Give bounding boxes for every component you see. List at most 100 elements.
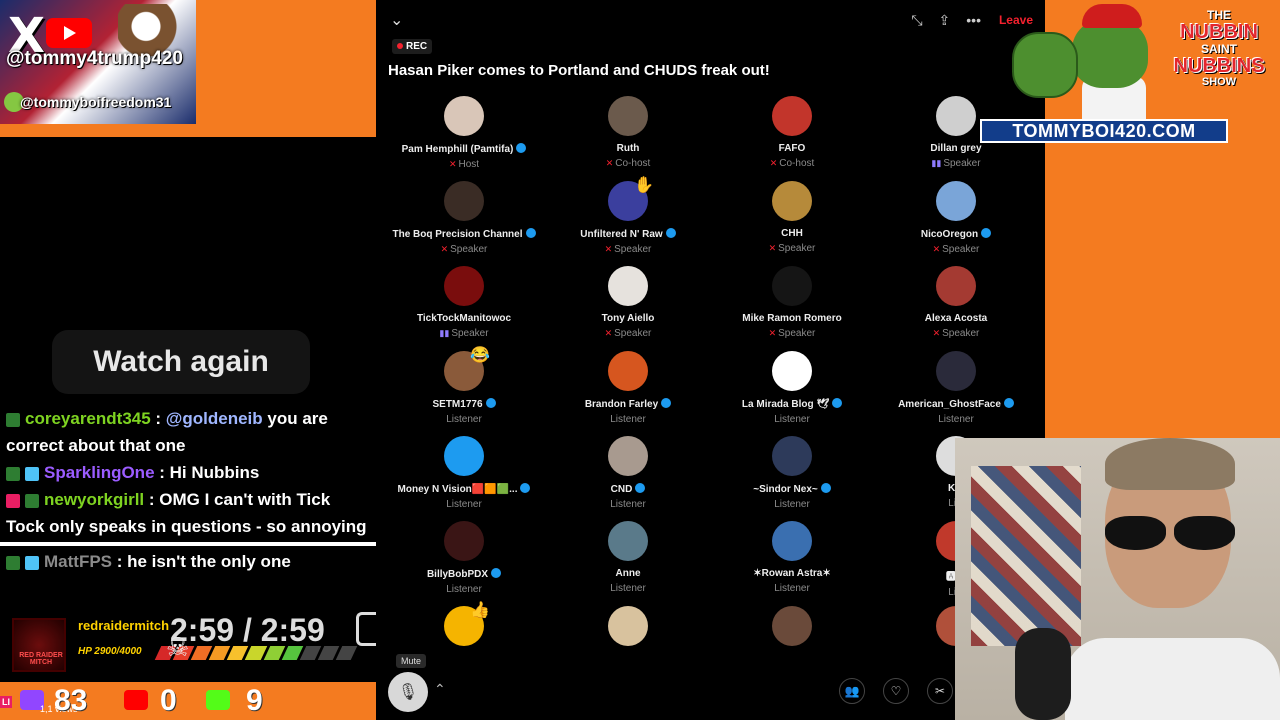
participant-role-text: Speaker xyxy=(942,244,980,255)
participant[interactable]: ✋ Unfiltered N' Raw ✕ Speaker xyxy=(546,177,710,255)
participant-name: American_GhostFace xyxy=(874,398,1038,410)
participant-role-text: Listener xyxy=(446,584,482,595)
chat-message: newyorkgirll : OMG I can't with Tick Toc… xyxy=(0,486,376,540)
participant-name: ~Sindor Nex~ xyxy=(710,483,874,495)
participant-role: ✕ Speaker xyxy=(546,244,710,255)
participant[interactable]: Ruth ✕ Co-host xyxy=(546,96,710,169)
channel-logo-panel: X @tommy4trump420 @tommyboifreedom31 xyxy=(0,0,196,124)
participant-name-text: Mike Ramon Romero xyxy=(742,313,842,324)
participant-name: The Boq Precision Channel xyxy=(382,228,546,240)
chat-username: coreyarendt345 xyxy=(25,409,151,428)
speaking-icon: ▮▮ xyxy=(439,328,450,338)
participant-name: CHH xyxy=(710,228,874,239)
avatar xyxy=(608,351,648,391)
flag-quilt xyxy=(971,466,1081,646)
mute-tooltip: Mute xyxy=(396,654,427,668)
participant[interactable]: NicoOregon ✕ Speaker xyxy=(874,181,1038,255)
chevron-down-icon[interactable]: ⌄ xyxy=(390,10,403,30)
participant-role: ✕ Co-host xyxy=(710,158,874,169)
participant[interactable]: BillyBobPDX Listener xyxy=(382,521,546,595)
participant[interactable]: Brandon Farley Listener xyxy=(546,351,710,425)
viewer-alert: RED RAIDER MITCH redraidermitch HP 2900/… xyxy=(0,610,376,682)
alert-avatar-label: RED RAIDER MITCH xyxy=(19,652,63,666)
participant[interactable]: Pam Hemphill (Pamtifa) ✕ Host xyxy=(382,96,546,170)
heart-badge-icon xyxy=(6,493,20,508)
participant[interactable]: ✶Rowan Astra✶ Listener xyxy=(710,521,874,594)
avatar: 👍 xyxy=(444,602,490,646)
participant[interactable] xyxy=(710,606,874,646)
participant[interactable]: ~Sindor Nex~ Listener xyxy=(710,436,874,510)
participant-role-text: Speaker xyxy=(942,328,980,339)
mascot-head xyxy=(1072,18,1148,88)
participant[interactable]: TickTockManitowoc ▮▮ Speaker xyxy=(382,266,546,339)
mute-button[interactable]: 🎙 xyxy=(388,672,428,712)
show-logo-line: NUBBINS xyxy=(1173,55,1265,77)
participant-role: Listener xyxy=(382,414,546,425)
watch-again-button[interactable]: Watch again xyxy=(52,330,310,394)
participant[interactable]: CHH ✕ Speaker xyxy=(710,181,874,254)
participant[interactable]: American_GhostFace Listener xyxy=(874,351,1038,425)
verified-badge-icon xyxy=(520,483,531,493)
verified-badge-icon xyxy=(981,228,992,238)
avatar xyxy=(772,606,812,646)
avatar xyxy=(936,351,976,391)
show-logo-line: THE xyxy=(1207,8,1231,22)
participant-role-text: Co-host xyxy=(779,158,815,169)
participant-role-text: Listener xyxy=(774,499,810,510)
participant-role: ✕ Host xyxy=(382,159,546,170)
verified-badge-icon xyxy=(1003,398,1014,408)
chat-username: SparklingOne xyxy=(44,463,155,482)
space-title: Hasan Piker comes to Portland and CHUDS … xyxy=(388,62,770,79)
participant-role-text: Host xyxy=(458,159,480,170)
participant-name: Brandon Farley xyxy=(546,398,710,410)
participant-name: CND xyxy=(546,483,710,495)
participant[interactable]: Anne Listener xyxy=(546,521,710,594)
participant-role-text: Listener xyxy=(774,414,810,425)
heart-icon[interactable]: ♡ xyxy=(883,678,909,704)
clip-icon[interactable]: ✂ xyxy=(927,678,953,704)
avatar xyxy=(444,521,484,561)
participant[interactable]: CND Listener xyxy=(546,436,710,510)
participant-name-text: Ruth xyxy=(616,143,640,154)
minimize-icon[interactable]: ⤡ xyxy=(911,12,922,29)
chat-text: : Hi Nubbins xyxy=(159,463,260,482)
participant-name: Unfiltered N' Raw xyxy=(546,228,710,240)
verified-badge-icon xyxy=(491,568,502,578)
kick-icon xyxy=(206,690,230,710)
show-logo-line: NUBBIN xyxy=(1180,21,1258,43)
sub-badge-icon xyxy=(6,466,20,481)
chevron-up-icon[interactable]: ⌃ xyxy=(434,681,446,698)
participant-name: Mike Ramon Romero xyxy=(710,313,874,324)
participant-name-text: Anne xyxy=(615,568,641,579)
orange-strip xyxy=(0,124,376,137)
site-banner: TOMMYBOI420.COM xyxy=(980,119,1228,143)
verified-badge-icon xyxy=(665,228,676,238)
participant[interactable]: 😂 SETM1776 Listener xyxy=(382,347,546,425)
participant-name-text: Dillan grey xyxy=(930,143,982,154)
participant[interactable]: Mike Ramon Romero ✕ Speaker xyxy=(710,266,874,339)
settings-icon[interactable] xyxy=(356,612,376,646)
avatar xyxy=(444,436,484,476)
people-icon[interactable]: 👥 xyxy=(839,678,865,704)
participant[interactable]: The Boq Precision Channel ✕ Speaker xyxy=(382,181,546,255)
participant-role-text: Listener xyxy=(610,583,646,594)
fist-icon xyxy=(1012,32,1078,98)
participant-name: TickTockManitowoc xyxy=(382,313,546,324)
participant[interactable] xyxy=(546,606,710,646)
participant-name: Anne xyxy=(546,568,710,579)
reaction-emoji: 😂 xyxy=(470,347,490,364)
participant[interactable]: 👍 xyxy=(382,602,546,646)
participant[interactable]: FAFO ✕ Co-host xyxy=(710,96,874,169)
share-icon[interactable]: ⇪ xyxy=(939,12,951,29)
participant-role-text: Speaker xyxy=(614,244,652,255)
participant-role-text: Speaker xyxy=(614,328,652,339)
participant-role-text: Co-host xyxy=(615,158,651,169)
more-icon[interactable]: ••• xyxy=(966,12,981,29)
participant[interactable]: Money N Vision🟥🟧🟩... Listener xyxy=(382,436,546,510)
show-logo: THE NUBBIN SAINT NUBBINS SHOW xyxy=(1164,8,1274,104)
participant[interactable]: Alexa Acosta ✕ Speaker xyxy=(874,266,1038,339)
participant[interactable]: Tony Aiello ✕ Speaker xyxy=(546,266,710,339)
participant-name-text: ✶Rowan Astra✶ xyxy=(753,568,831,579)
participant[interactable]: La Mirada Blog 🕊 Listener xyxy=(710,351,874,425)
avatar: ✋ xyxy=(608,177,654,221)
